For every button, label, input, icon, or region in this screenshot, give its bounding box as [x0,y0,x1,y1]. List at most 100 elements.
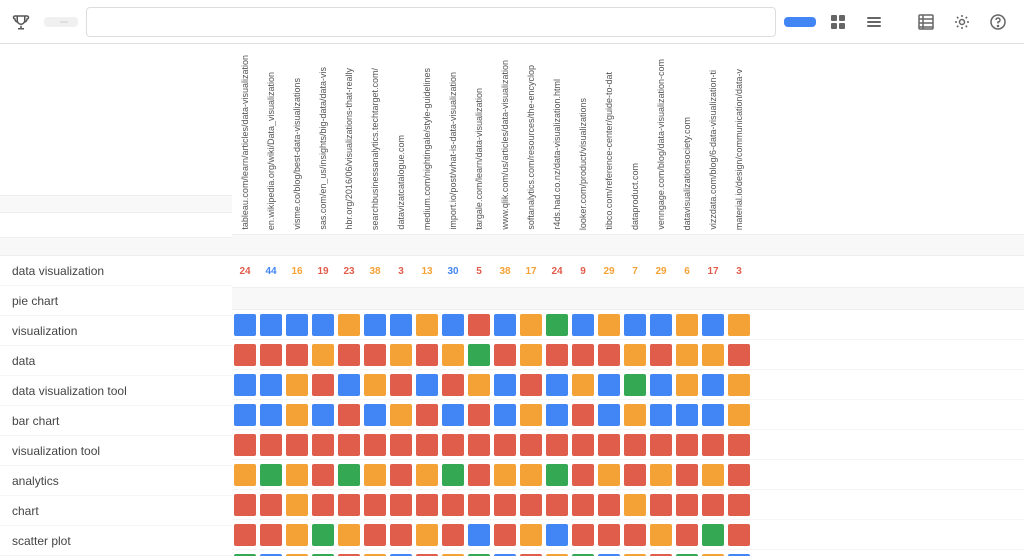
col-header-1: en.wikipedia.org/wiki/Data_visualization [258,44,284,234]
grid-cell-6-0 [234,494,256,516]
grid-cell-5-1 [260,464,282,486]
menu-button[interactable] [860,8,888,36]
col-header-11: softanalytics.com/resources/the-encyclop [518,44,544,234]
grid-cell-2-9 [468,374,490,396]
grid-cell-5-2 [286,464,308,486]
score-cell-6: 3 [388,266,414,277]
topic-row-label [0,213,232,239]
grid-cell-2-11 [520,374,542,396]
grid-cell-2-8 [442,374,464,396]
grid-cell-7-1 [260,524,282,546]
col-header-15: dataproduct.com [622,44,648,234]
grid-cell-4-14 [598,434,620,456]
grid-cell-5-6 [390,464,412,486]
logo [12,13,36,31]
grid-cell-7-9 [468,524,490,546]
score-cell-11: 17 [518,266,544,277]
grid-cell-4-11 [520,434,542,456]
grid-cell-0-16 [650,314,672,336]
grid-cell-5-18 [702,464,724,486]
grid-cell-2-3 [312,374,334,396]
grid-cell-2-12 [546,374,568,396]
hamburger-icon [866,14,882,30]
grid-cell-5-10 [494,464,516,486]
section-spacer [232,234,1024,256]
column-headers: tableau.com/learn/articles/data-visualiz… [232,44,1024,234]
grid-row-0 [232,310,1024,340]
col-header-7: medium.com/nightingale/style-guidelines [414,44,440,234]
grid-cell-6-4 [338,494,360,516]
grid-cell-7-13 [572,524,594,546]
grid-cell-1-7 [416,344,438,366]
grid-cell-6-2 [286,494,308,516]
grid-cell-3-16 [650,404,672,426]
grid-cell-5-7 [416,464,438,486]
top-spacer [0,44,232,195]
grid-cell-0-14 [598,314,620,336]
grid-cell-0-13 [572,314,594,336]
grid-cell-1-10 [494,344,516,366]
grid-cell-6-16 [650,494,672,516]
grid-cell-0-8 [442,314,464,336]
score-cell-1: 44 [258,266,284,277]
grid-cell-3-1 [260,404,282,426]
grid-cell-6-3 [312,494,334,516]
grid-cell-7-19 [728,524,750,546]
settings-button[interactable] [948,8,976,36]
grid-cell-4-5 [364,434,386,456]
grid-cell-1-16 [650,344,672,366]
right-panel[interactable]: tableau.com/learn/articles/data-visualiz… [232,44,1024,556]
score-cell-12: 24 [544,266,570,277]
score-cell-7: 13 [414,266,440,277]
grid-cell-1-2 [286,344,308,366]
grid-cell-0-18 [702,314,724,336]
grid-cell-0-5 [364,314,386,336]
grid-cell-2-18 [702,374,724,396]
grid-cell-5-17 [676,464,698,486]
score-cell-5: 38 [362,266,388,277]
grid-cell-2-17 [676,374,698,396]
grid-row-7 [232,520,1024,550]
col-header-3: sas.com/en_us/insights/big-data/data-vis [310,44,336,234]
grid-cell-2-1 [260,374,282,396]
grid-cell-4-6 [390,434,412,456]
score-cell-13: 9 [570,266,596,277]
related-label-1: pie chart [0,286,232,316]
score-cell-16: 29 [648,266,674,277]
grid-cell-0-2 [286,314,308,336]
grid-cell-1-13 [572,344,594,366]
grid-cell-1-8 [442,344,464,366]
grid-cell-7-2 [286,524,308,546]
related-label-3: data [0,346,232,376]
score-cell-18: 17 [700,266,726,277]
grid-cell-2-4 [338,374,360,396]
grid-cell-0-6 [390,314,412,336]
grid-cell-3-0 [234,404,256,426]
grid-cell-6-6 [390,494,412,516]
related-label-7: analytics [0,466,232,496]
run-button[interactable] [784,17,816,27]
grid-cell-7-18 [702,524,724,546]
data-viz-tab[interactable] [44,17,78,27]
related-rows-left: data visualizationpie chartvisualization… [0,256,232,556]
gear-icon [954,14,970,30]
table-icon-button[interactable] [912,8,940,36]
related-label-2: visualization [0,316,232,346]
grid-cell-6-1 [260,494,282,516]
search-bar[interactable] [86,7,776,37]
grid-cell-6-5 [364,494,386,516]
col-header-12: r4ds.had.co.nz/data-visualization.html [544,44,570,234]
grid-cell-0-11 [520,314,542,336]
topic-scores: 2444161923383133053817249297296173 [232,256,1024,288]
grid-cell-1-12 [546,344,568,366]
grid-cell-3-10 [494,404,516,426]
grid-icon [830,14,846,30]
col-header-18: vizzdata.com/blog/6-data-visualization-t… [700,44,726,234]
col-header-13: looker.com/product/visualizations [570,44,596,234]
col-header-2: visme.co/blog/best-data-visualizations [284,44,310,234]
grid-cell-1-1 [260,344,282,366]
grid-cell-5-14 [598,464,620,486]
grid-cell-3-7 [416,404,438,426]
grid-view-button[interactable] [824,8,852,36]
help-button[interactable] [984,8,1012,36]
